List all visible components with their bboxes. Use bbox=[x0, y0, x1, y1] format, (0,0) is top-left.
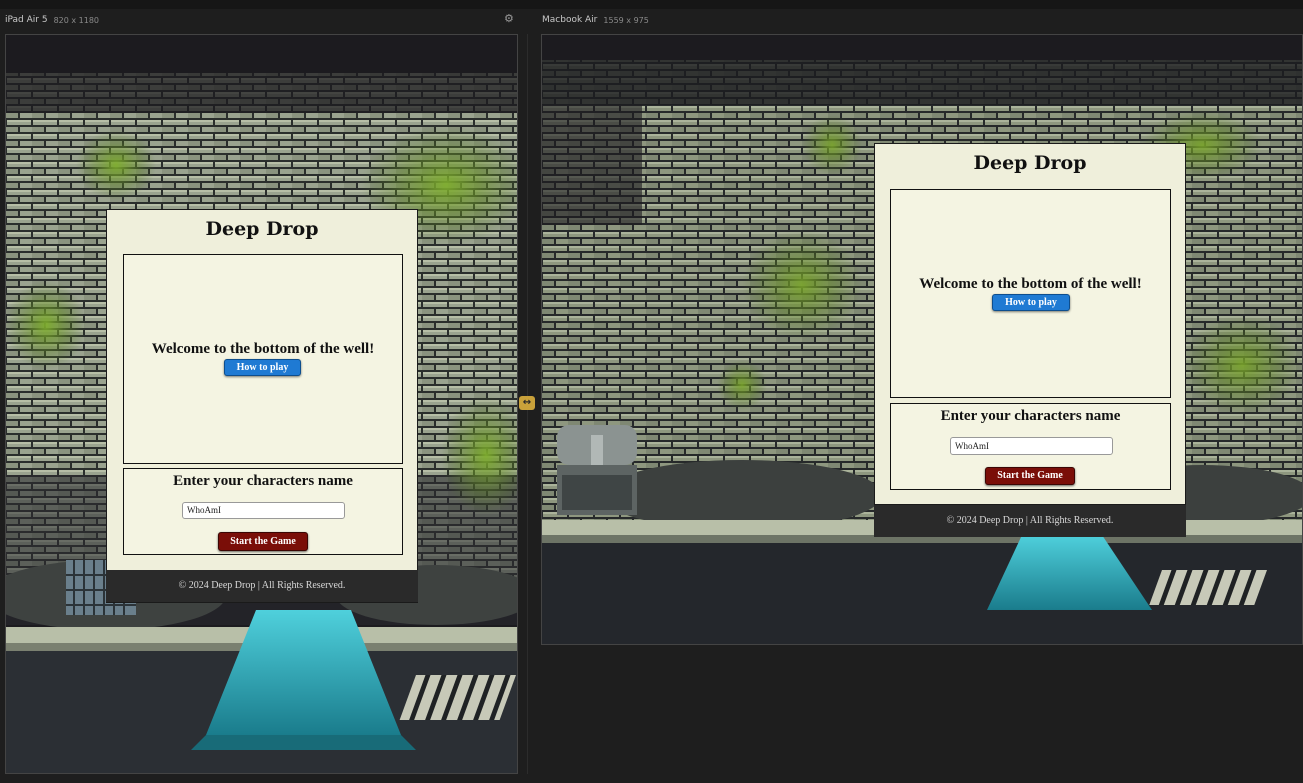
game-card: Deep Drop Welcome to the bottom of the w… bbox=[874, 143, 1186, 505]
device-label-macbook: Macbook Air 1559 x 975 bbox=[542, 9, 649, 31]
ipad-viewport: Deep Drop Welcome to the bottom of the w… bbox=[5, 34, 518, 774]
device-name: Macbook Air bbox=[542, 15, 598, 25]
footer: © 2024 Deep Drop | All Rights Reserved. bbox=[106, 570, 418, 602]
name-panel: Enter your characters name WhoAmI Start … bbox=[123, 468, 403, 555]
start-game-button[interactable]: Start the Game bbox=[985, 467, 1075, 485]
character-name-input[interactable]: WhoAmI bbox=[950, 437, 1113, 455]
game-card: Deep Drop Welcome to the bottom of the w… bbox=[106, 209, 418, 603]
footer: © 2024 Deep Drop | All Rights Reserved. bbox=[874, 505, 1186, 537]
device-name: iPad Air 5 bbox=[5, 15, 48, 25]
name-heading: Enter your characters name bbox=[173, 473, 353, 489]
page-title: Deep Drop bbox=[205, 218, 319, 240]
how-to-play-button[interactable]: How to play bbox=[224, 359, 301, 376]
welcome-panel: Welcome to the bottom of the well! How t… bbox=[890, 189, 1171, 398]
gear-icon[interactable]: ⚙ bbox=[504, 13, 515, 24]
start-game-button[interactable]: Start the Game bbox=[218, 532, 308, 551]
device-label-ipad: iPad Air 5 820 x 1180 bbox=[5, 9, 99, 31]
welcome-text: Welcome to the bottom of the well! bbox=[919, 276, 1142, 292]
name-heading: Enter your characters name bbox=[940, 408, 1121, 424]
name-panel: Enter your characters name WhoAmI Start … bbox=[890, 403, 1171, 490]
device-size: 1559 x 975 bbox=[603, 15, 649, 25]
page-title: Deep Drop bbox=[973, 152, 1087, 174]
welcome-text: Welcome to the bottom of the well! bbox=[151, 341, 375, 357]
character-name-input[interactable]: WhoAmI bbox=[182, 502, 345, 519]
resize-handle-icon[interactable]: ↔ bbox=[519, 396, 535, 410]
how-to-play-button[interactable]: How to play bbox=[992, 294, 1070, 311]
top-strip bbox=[0, 0, 1303, 9]
macbook-viewport: Deep Drop Welcome to the bottom of the w… bbox=[541, 34, 1303, 645]
welcome-panel: Welcome to the bottom of the well! How t… bbox=[123, 254, 403, 464]
device-size: 820 x 1180 bbox=[53, 15, 100, 25]
